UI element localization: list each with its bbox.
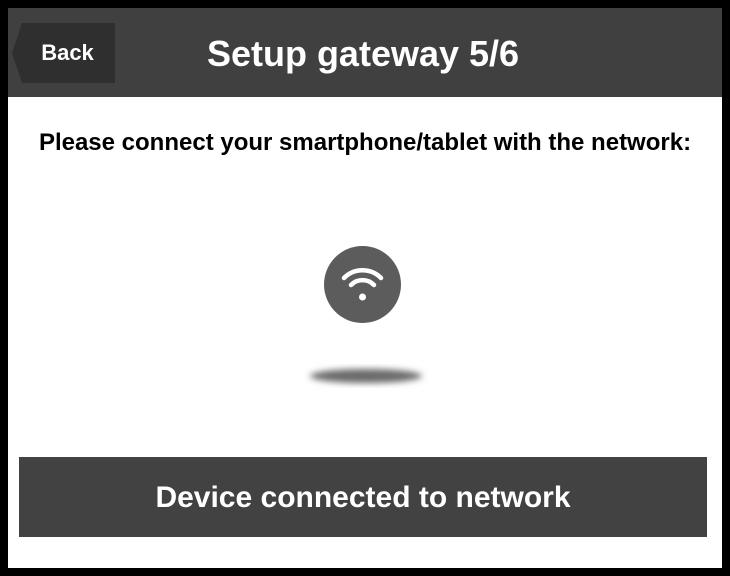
back-button-label: Back <box>41 40 94 65</box>
page-title: Setup gateway 5/6 <box>206 33 520 74</box>
app-window: Back Setup gateway 5/6 Please connect yo… <box>8 8 722 568</box>
network-name-redacted <box>300 364 428 388</box>
wifi-icon <box>324 246 401 323</box>
back-button[interactable]: Back <box>12 23 115 83</box>
header-bar: Back Setup gateway 5/6 <box>8 8 722 97</box>
device-connected-button[interactable]: Device connected to network <box>19 457 707 537</box>
instruction-text: Please connect your smartphone/tablet wi… <box>38 129 692 156</box>
